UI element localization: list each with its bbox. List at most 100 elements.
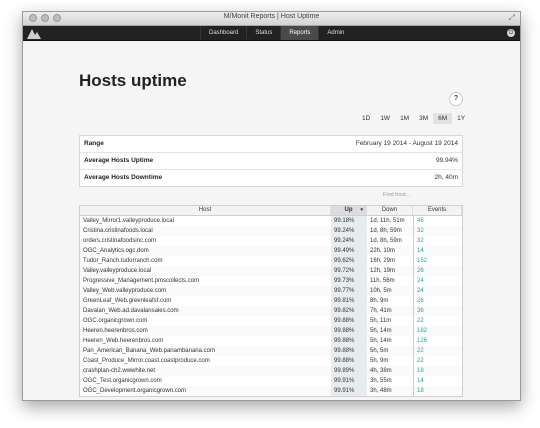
column-header-events[interactable]: Events <box>413 206 462 215</box>
help-button[interactable]: ? <box>449 92 463 106</box>
summary-value: 2h, 40m <box>434 174 459 181</box>
host-cell[interactable]: Valley.valleyproduce.local <box>80 266 331 276</box>
table-row[interactable]: OGC_Test.organicgrown.com 99.91% 3h, 55m 14 <box>80 376 462 386</box>
table-row[interactable]: Tudor_Ranch.tudorranch.com 99.62% 16h, 29m… <box>80 256 462 266</box>
summary-label: Range <box>84 140 104 147</box>
range-1y[interactable]: 1Y <box>452 113 470 124</box>
host-cell[interactable]: OGC_Test.organicgrown.com <box>80 376 331 386</box>
host-cell[interactable]: Valley_Mirror1.valleyproduce.local <box>80 216 331 226</box>
table-header: Host Up ▾ Down Events <box>80 206 462 216</box>
summary-value: February 19 2014 - August 19 2014 <box>355 140 458 147</box>
table-row[interactable]: Valley_Mirror1.valleyproduce.local 99.18%… <box>80 216 462 226</box>
downtime-cell: 5h, 14m <box>370 328 392 334</box>
downtime-cell: 4h, 38m <box>370 368 392 374</box>
table-row[interactable]: Valley.valleyproduce.local 99.72% 12h, 19m… <box>80 266 462 276</box>
downtime-cell: 3h, 48m <box>370 388 392 394</box>
nav-tabs: Dashboard Status Reports Admin <box>200 26 352 40</box>
host-cell[interactable]: Valley_Web.valleyproduce.com <box>80 286 331 296</box>
downtime-cell: 7h, 41m <box>370 308 392 314</box>
nav-tab-admin[interactable]: Admin <box>318 26 352 40</box>
summary-label: Average Hosts Downtime <box>84 174 163 181</box>
host-cell[interactable]: Heeren.heerenbros.com <box>80 326 331 336</box>
downtime-cell: 5h, 5m <box>370 348 389 354</box>
downtime-cell: 1d, 8h, 59m <box>370 238 402 244</box>
host-cell[interactable]: GreenLeaf_Web.greenleafsf.com <box>80 296 331 306</box>
summary-panel: Range February 19 2014 - August 19 2014 … <box>79 135 463 187</box>
uptime-cell: 99.49% <box>331 246 367 256</box>
table-row[interactable]: Heeren_Web.heerenbros.com 99.88% 5h, 14m 12… <box>80 336 462 346</box>
range-1w[interactable]: 1W <box>375 113 395 124</box>
summary-row-downtime: Average Hosts Downtime 2h, 40m <box>80 170 462 186</box>
table-row[interactable]: Heeren.heerenbros.com 99.88% 5h, 14m 182 <box>80 326 462 336</box>
events-cell: 152 <box>413 256 462 266</box>
range-1d[interactable]: 1D <box>357 113 375 124</box>
uptime-cell: 99.88% <box>331 346 367 356</box>
table-row[interactable]: Pan_American_Banana_Web.panambanana.com 9… <box>80 346 462 356</box>
host-cell[interactable]: Progressive_Management.pmscollects.com <box>80 276 331 286</box>
host-cell[interactable]: OGC_Development.organicgrown.com <box>80 386 331 396</box>
app-window: M/Monit Reports | Host Uptime ⤢ Dashboar… <box>22 11 521 401</box>
downtime-cell: 5h, 11m <box>370 318 392 324</box>
table-row[interactable]: Progressive_Management.pmscollects.com 99… <box>80 276 462 286</box>
mmonit-logo-icon[interactable] <box>27 27 41 39</box>
column-header-host[interactable]: Host <box>80 206 331 215</box>
downtime-cell: 3h, 55m <box>370 378 392 384</box>
nav-tab-status[interactable]: Status <box>246 26 280 40</box>
uptime-cell: 99.88% <box>331 356 367 366</box>
table-row[interactable]: OGC.organicgrown.com 99.88% 5h, 11m 22 <box>80 316 462 326</box>
events-cell: 26 <box>413 296 462 306</box>
table-row[interactable]: Davalan_Web.ad.davalansales.com 99.82% 7h,… <box>80 306 462 316</box>
host-cell[interactable]: crashplan-ch2.wwwhite.net <box>80 366 331 376</box>
table-row[interactable]: OGC_Analytics.ogc.dom 99.49% 22h, 10m 14 <box>80 246 462 256</box>
downtime-cell: 12h, 19m <box>370 268 396 274</box>
table-body: Valley_Mirror1.valleyproduce.local 99.18%… <box>80 216 462 396</box>
uptime-cell: 99.88% <box>331 336 367 346</box>
events-cell: 32 <box>413 226 462 236</box>
range-3m[interactable]: 3M <box>414 113 433 124</box>
column-header-up[interactable]: Up ▾ <box>331 206 367 215</box>
host-cell[interactable]: Cristina.cristinafoods.local <box>80 226 331 236</box>
uptime-cell: 99.82% <box>331 306 367 316</box>
downtime-cell: 1d, 8h, 59m <box>370 228 402 234</box>
uptime-cell: 99.88% <box>331 316 367 326</box>
downtime-cell: 10h, 5m <box>370 288 392 294</box>
downtime-cell: 5h, 14m <box>370 338 392 344</box>
range-1m[interactable]: 1M <box>395 113 414 124</box>
uptime-cell: 99.62% <box>331 256 367 266</box>
uptime-cell: 99.77% <box>331 286 367 296</box>
find-host-input[interactable]: Find host... <box>383 192 410 198</box>
events-cell: 18 <box>413 366 462 376</box>
events-cell: 182 <box>413 326 462 336</box>
table-row[interactable]: Coast_Produce_Mirror.coast.coastproduce.… <box>80 356 462 366</box>
host-cell[interactable]: Coast_Produce_Mirror.coast.coastproduce.… <box>80 356 331 366</box>
uptime-cell: 99.89% <box>331 366 367 376</box>
nav-tab-reports[interactable]: Reports <box>280 26 319 40</box>
fullscreen-icon[interactable]: ⤢ <box>509 13 515 23</box>
nav-tab-dashboard[interactable]: Dashboard <box>200 26 246 40</box>
host-cell[interactable]: Tudor_Ranch.tudorranch.com <box>80 256 331 266</box>
column-header-up-label: Up <box>344 207 353 213</box>
uptime-cell: 99.88% <box>331 326 367 336</box>
host-cell[interactable]: OGC.organicgrown.com <box>80 316 331 326</box>
table-row[interactable]: crashplan-ch2.wwwhite.net 99.89% 4h, 38m 18 <box>80 366 462 376</box>
range-6m[interactable]: 6M <box>433 113 453 124</box>
power-icon[interactable]: ⏻ <box>507 29 515 37</box>
table-row[interactable]: orders.cristinafoodsinc.com 99.24% 1d, 8h,… <box>80 236 462 246</box>
host-cell[interactable]: Heeren_Web.heerenbros.com <box>80 336 331 346</box>
events-cell: 32 <box>413 236 462 246</box>
downtime-cell: 8h, 9m <box>370 298 389 304</box>
column-header-down[interactable]: Down <box>367 206 413 215</box>
table-row[interactable]: OGC_Development.organicgrown.com 99.91% 3h… <box>80 386 462 396</box>
table-row[interactable]: Cristina.cristinafoods.local 99.24% 1d, 8h… <box>80 226 462 236</box>
table-row[interactable]: GreenLeaf_Web.greenleafsf.com 99.81% 8h, 9… <box>80 296 462 306</box>
summary-label: Average Hosts Uptime <box>84 157 154 164</box>
events-cell: 24 <box>413 276 462 286</box>
host-cell[interactable]: orders.cristinafoodsinc.com <box>80 236 331 246</box>
host-cell[interactable]: Pan_American_Banana_Web.panambanana.com <box>80 346 331 356</box>
events-cell: 22 <box>413 346 462 356</box>
host-cell[interactable]: Davalan_Web.ad.davalansales.com <box>80 306 331 316</box>
events-cell: 22 <box>413 316 462 326</box>
main-content: Hosts uptime ? 1D 1W 1M 3M 6M 1Y Range F… <box>23 41 520 400</box>
table-row[interactable]: Valley_Web.valleyproduce.com 99.77% 10h, 5… <box>80 286 462 296</box>
host-cell[interactable]: OGC_Analytics.ogc.dom <box>80 246 331 256</box>
